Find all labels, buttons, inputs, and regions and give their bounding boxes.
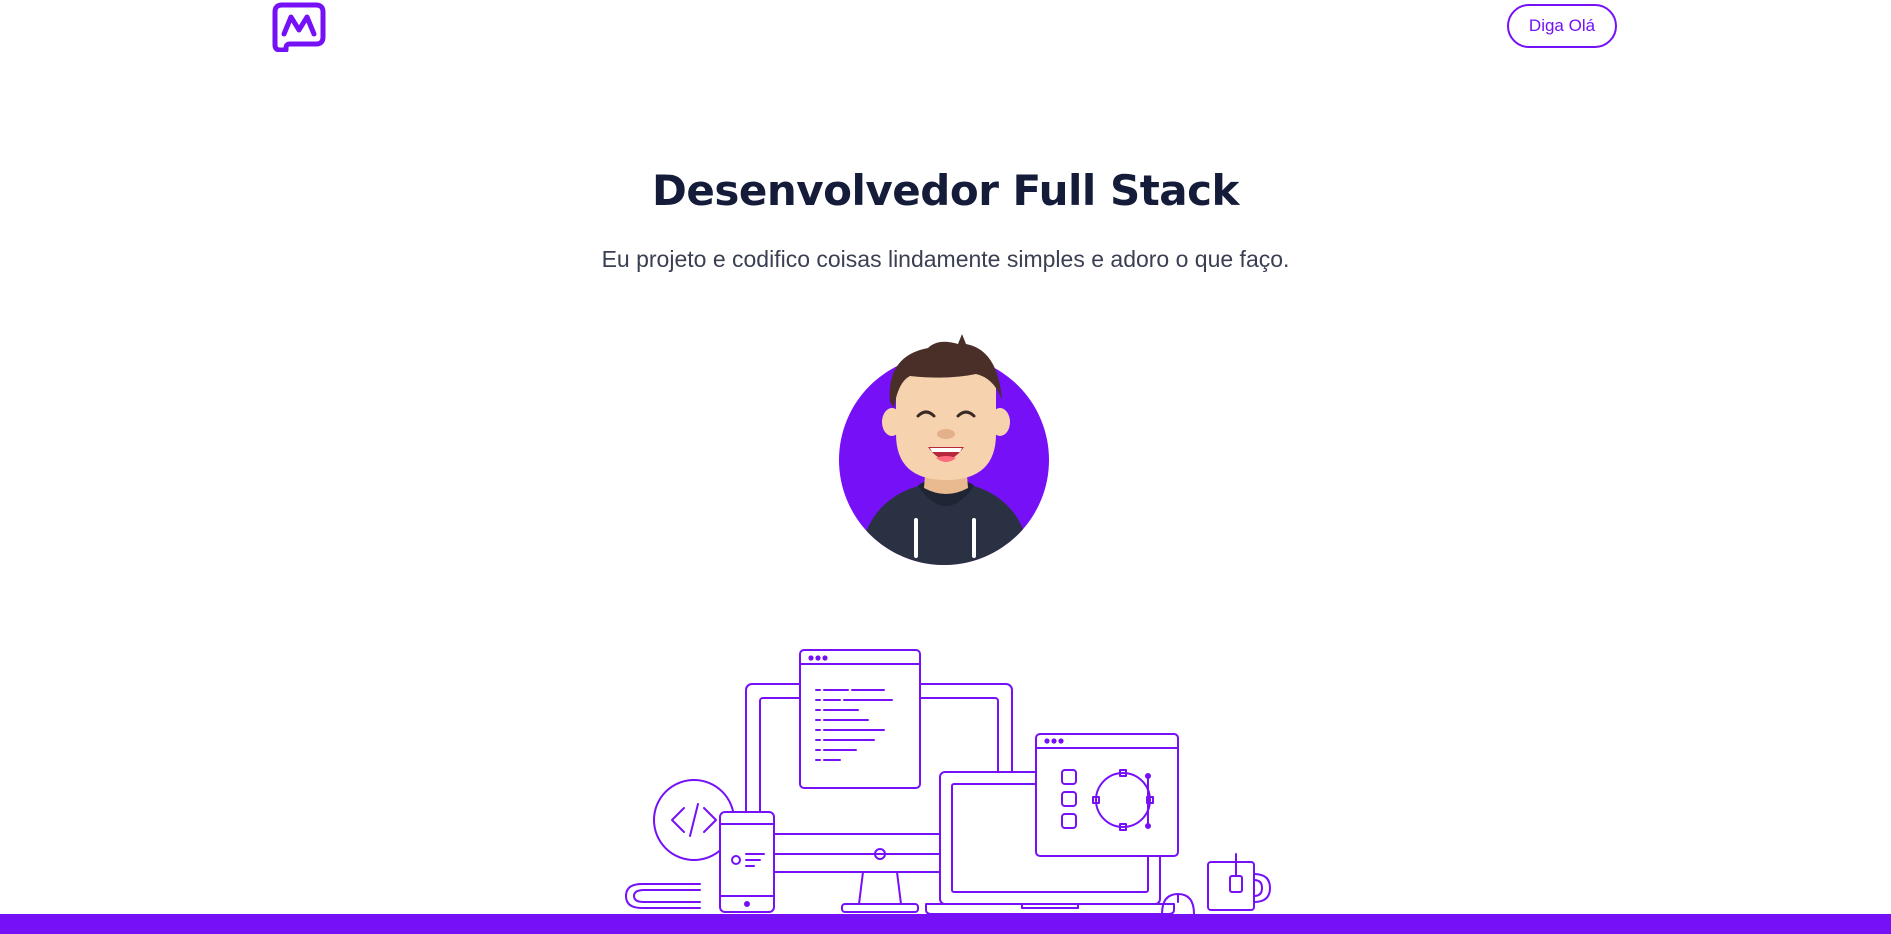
avatar (838, 330, 1054, 566)
say-hello-button[interactable]: Diga Olá (1507, 4, 1617, 48)
hero-subtitle: Eu projeto e codifico coisas lindamente … (601, 246, 1290, 272)
devices-illustration (618, 648, 1274, 916)
logo-icon[interactable] (272, 2, 326, 52)
page-title: Desenvolvedor Full Stack (652, 166, 1239, 215)
bottom-accent-band (0, 914, 1891, 934)
